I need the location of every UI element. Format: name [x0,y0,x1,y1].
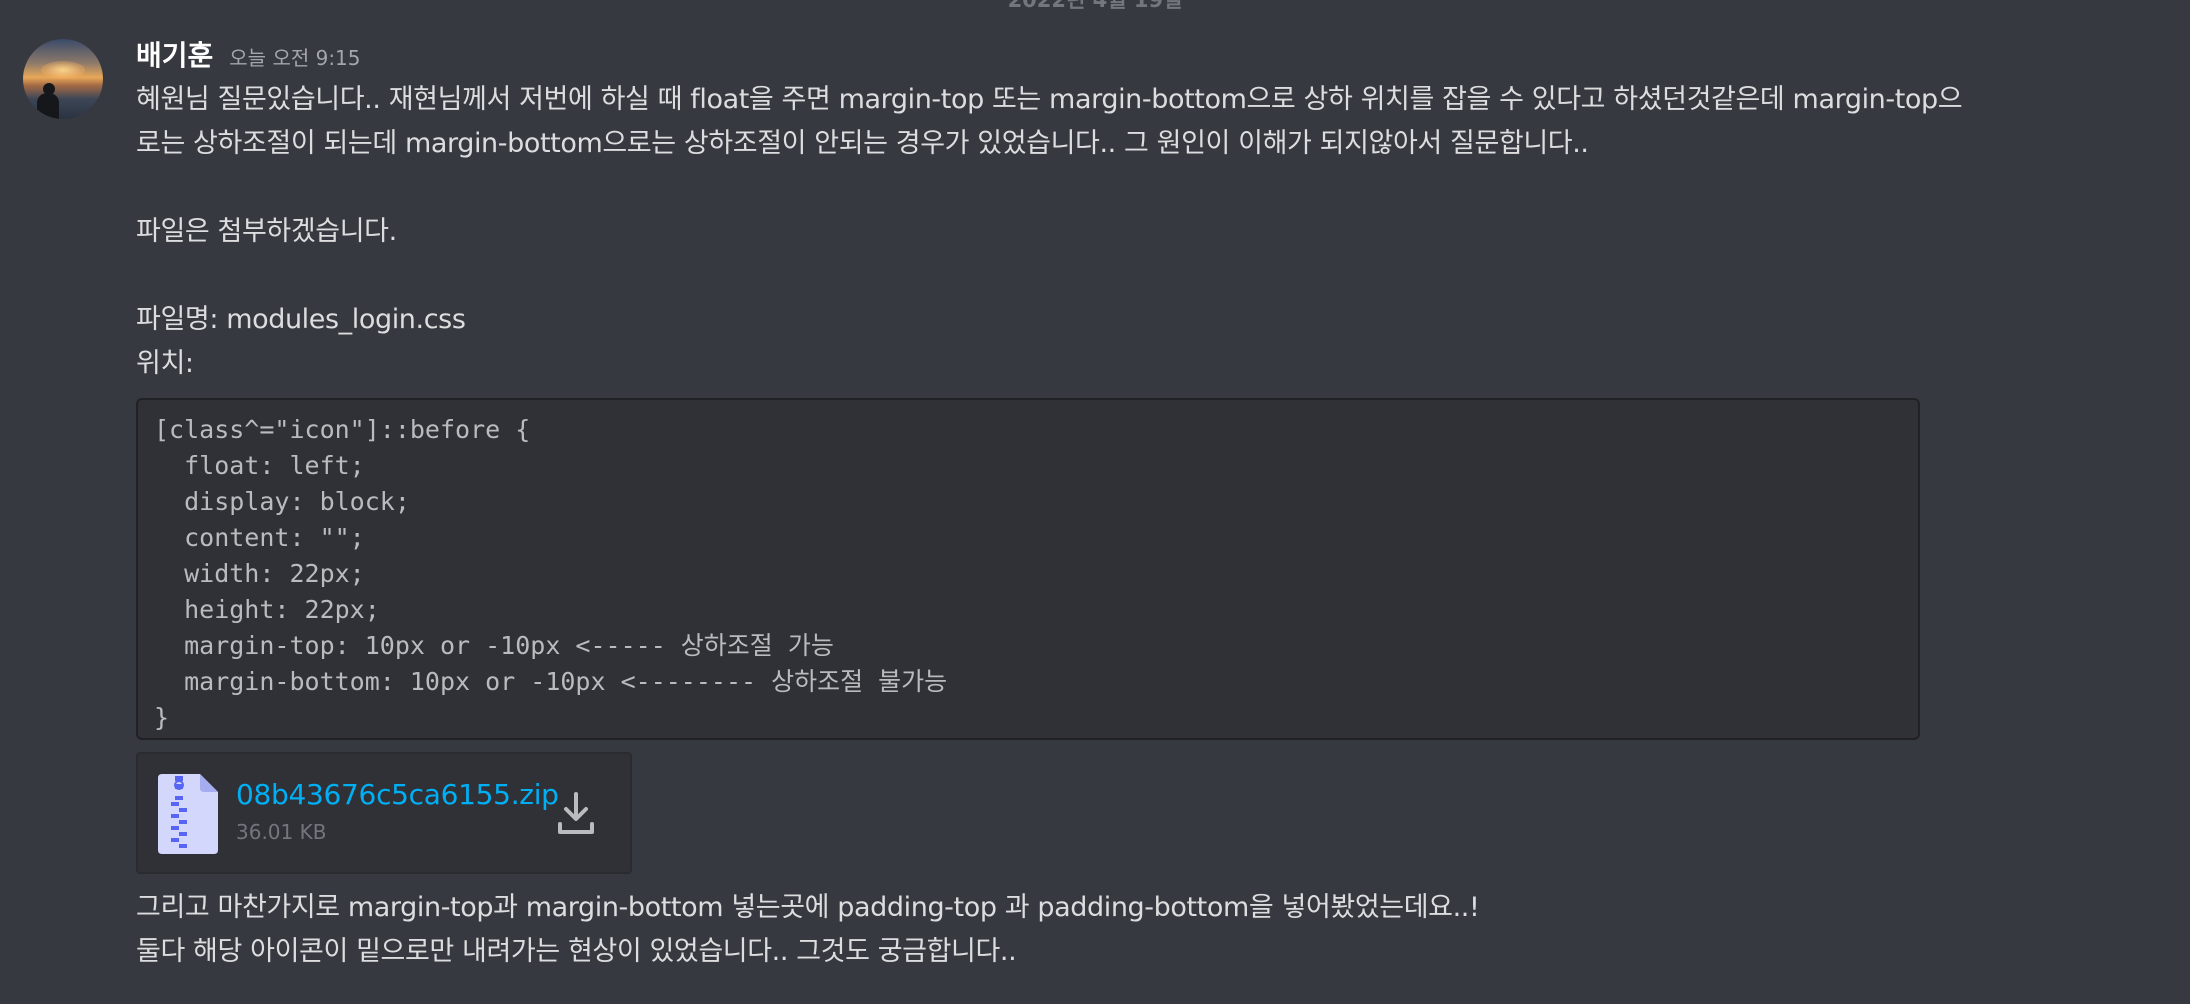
attachment-file-name-link[interactable]: 08b43676c5ca6155.zip [236,778,559,811]
message-text-line: 혜원님 질문있습니다.. 재현님께서 저번에 하실 때 float을 주면 ma… [136,84,1963,115]
avatar-sunset-glow [41,61,85,79]
code-line: margin-bottom: 10px or -10px <-------- 상… [154,667,948,696]
message-text-line: 파일명: modules_login.css [136,304,466,335]
message-text-line: 로는 상하조절이 되는데 margin-bottom으로는 상하조절이 안되는 … [136,128,1589,159]
code-line: margin-top: 10px or -10px <----- 상하조절 가능 [154,631,834,660]
code-line: float: left; [154,451,365,480]
file-attachment: 08b43676c5ca6155.zip 36.01 KB [136,752,632,874]
timestamp: 오늘 오전 9:15 [229,46,361,70]
zip-file-icon [158,774,218,854]
avatar-person-body [37,93,59,119]
code-block: [class^="icon"]::before { float: left; d… [136,398,1920,740]
message-header: 배기훈 오늘 오전 9:15 [136,34,2156,78]
message-continuation: 그리고 마찬가지로 margin-top과 margin-bottom 넣는곳에… [136,886,2156,974]
avatar[interactable] [23,39,103,119]
message-text-line: 파일은 첨부하겠습니다. [136,216,397,247]
message-text-line: 위치: [136,348,194,379]
code-line: [class^="icon"]::before { [154,415,531,444]
code-line: height: 22px; [154,595,380,624]
message-text-line: 둘다 해당 아이콘이 밑으로만 내려가는 현상이 있었습니다.. 그것도 궁금합… [136,936,1017,967]
code-line: display: block; [154,487,410,516]
username[interactable]: 배기훈 [136,34,213,74]
download-icon[interactable] [556,790,596,838]
code-line: } [154,703,170,732]
message-text-line: 그리고 마찬가지로 margin-top과 margin-bottom 넣는곳에… [136,892,1480,923]
message-content: 배기훈 오늘 오전 9:15 혜원님 질문있습니다.. 재현님께서 저번에 하실… [136,34,2156,974]
chat-message: 배기훈 오늘 오전 9:15 혜원님 질문있습니다.. 재현님께서 저번에 하실… [0,0,2190,1004]
code-line: content: ""; [154,523,365,552]
attachment-file-size: 36.01 KB [236,820,327,844]
code-line: width: 22px; [154,559,365,588]
